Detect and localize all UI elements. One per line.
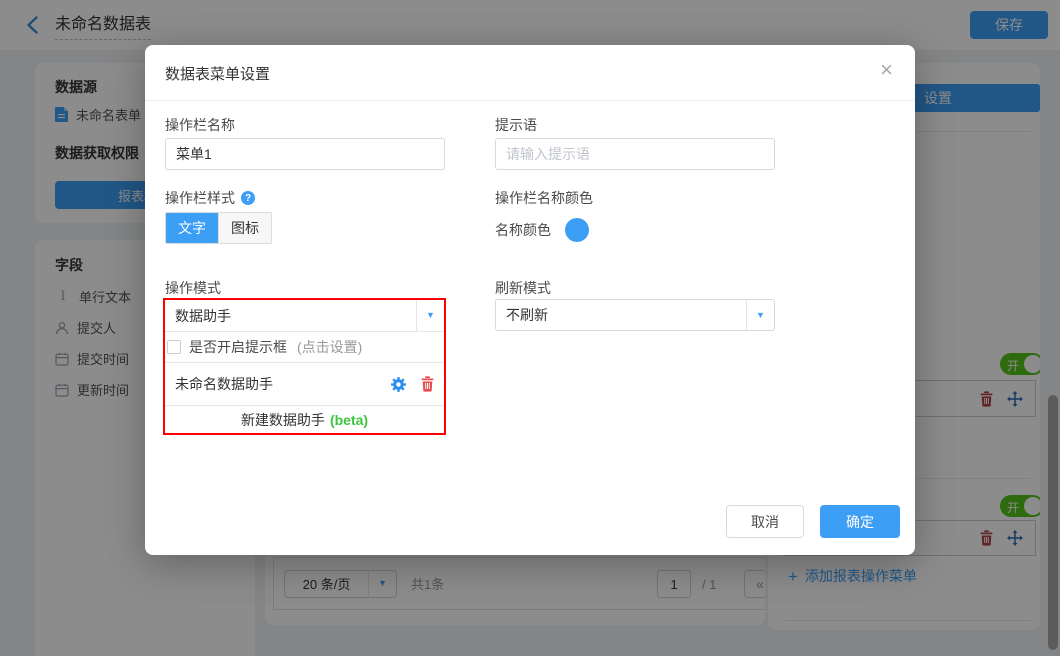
chevron-down-icon: ▼ <box>756 311 765 320</box>
tip-label: 提示语 <box>495 115 537 135</box>
mode-select-value: 数据助手 <box>165 306 416 326</box>
chevron-down-icon: ▼ <box>426 311 435 320</box>
gear-icon[interactable] <box>390 376 407 393</box>
refresh-select-value: 不刷新 <box>496 305 746 325</box>
cancel-button[interactable]: 取消 <box>726 505 804 538</box>
tip-box-checkbox[interactable] <box>167 340 181 354</box>
style-option-text[interactable]: 文字 <box>166 213 218 243</box>
mode-label: 操作模式 <box>165 278 221 298</box>
bar-name-label: 操作栏名称 <box>165 115 235 135</box>
menu-settings-modal: 数据表菜单设置 × 操作栏名称 提示语 操作栏样式 ? 操作栏名称颜色 文字 图… <box>145 45 915 555</box>
assistant-row: 未命名数据助手 <box>165 363 444 406</box>
assistant-name: 未命名数据助手 <box>165 374 390 394</box>
bar-style-label: 操作栏样式 ? <box>165 188 255 208</box>
confirm-button[interactable]: 确定 <box>820 505 900 538</box>
checkbox-hint[interactable]: (点击设置) <box>297 337 362 357</box>
mode-highlighted-group: 数据助手 ▼ 是否开启提示框 (点击设置) 未命名数据助手 <box>163 298 446 435</box>
new-assistant-button[interactable]: 新建数据助手 (beta) <box>165 406 444 433</box>
modal-title: 数据表菜单设置 <box>165 63 270 84</box>
refresh-caret-cell: ▼ <box>746 300 774 330</box>
bar-style-label-text: 操作栏样式 <box>165 188 235 208</box>
new-assistant-label: 新建数据助手 <box>241 410 325 430</box>
trash-icon[interactable] <box>420 376 435 392</box>
bar-name-input[interactable] <box>165 138 445 170</box>
app-window: 未命名数据表 保存 数据源 未命名表单 数据获取权限 报表权限 字段 I 单行文… <box>0 0 1060 656</box>
bar-style-segmented: 文字 图标 <box>165 212 272 244</box>
color-swatch[interactable] <box>565 218 589 242</box>
beta-badge: (beta) <box>330 412 368 428</box>
bar-color-label: 操作栏名称颜色 <box>495 188 593 208</box>
tip-input[interactable] <box>495 138 775 170</box>
tip-box-checkbox-row: 是否开启提示框 (点击设置) <box>165 332 444 363</box>
help-icon[interactable]: ? <box>241 191 255 205</box>
refresh-label: 刷新模式 <box>495 278 551 298</box>
divider <box>145 100 915 101</box>
name-color-label: 名称颜色 <box>495 220 551 240</box>
close-icon[interactable]: × <box>880 59 893 81</box>
checkbox-label: 是否开启提示框 <box>189 337 287 357</box>
name-color-row: 名称颜色 <box>495 218 589 242</box>
mode-caret-cell: ▼ <box>416 300 444 331</box>
refresh-select[interactable]: 不刷新 ▼ <box>495 299 775 331</box>
mode-select[interactable]: 数据助手 ▼ <box>165 300 444 332</box>
style-option-icon[interactable]: 图标 <box>218 213 271 243</box>
